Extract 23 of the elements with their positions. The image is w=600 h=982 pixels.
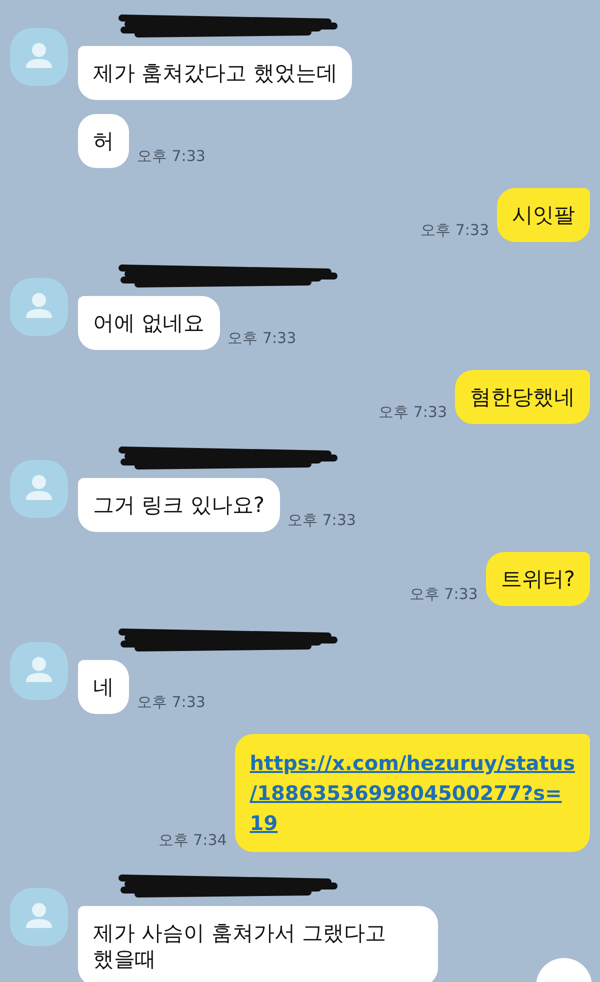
avatar-icon[interactable] (10, 642, 68, 700)
message-bubble: 시잇팔 (497, 188, 590, 242)
avatar-icon[interactable] (10, 460, 68, 518)
message-time: 오후 7:33 (409, 585, 478, 605)
avatar-icon[interactable] (10, 888, 68, 946)
message-time: 오후 7:33 (378, 403, 447, 423)
message-time: 오후 7:33 (420, 221, 489, 241)
message-bubble: 트위터? (486, 552, 590, 606)
message-time: 오후 7:34 (158, 831, 227, 851)
message-bubble: 혐한당했네 (455, 370, 590, 424)
message-time: 오후 7:33 (137, 693, 206, 713)
message-time: 오후 7:33 (228, 329, 296, 349)
message-bubble: 제가 훔쳐갔다고 했었는데 (78, 46, 352, 100)
message-time: 오후 7:33 (137, 147, 206, 167)
message-bubble: 그거 링크 있나요? (78, 478, 280, 532)
avatar-icon[interactable] (10, 28, 68, 86)
message-link[interactable]: https://x.com/hezuruy/status /1886353699804500277?s= 19 (250, 748, 575, 838)
message-bubble: 허 (78, 114, 129, 168)
avatar-icon[interactable] (10, 278, 68, 336)
message-time: 오후 7:33 (288, 511, 356, 531)
message-bubble: 어에 없네요 (78, 296, 220, 350)
message-bubble: 제가 사슴이 훔쳐가서 그랬다고 했을때 (78, 906, 438, 982)
message-bubble: 네 (78, 660, 129, 714)
